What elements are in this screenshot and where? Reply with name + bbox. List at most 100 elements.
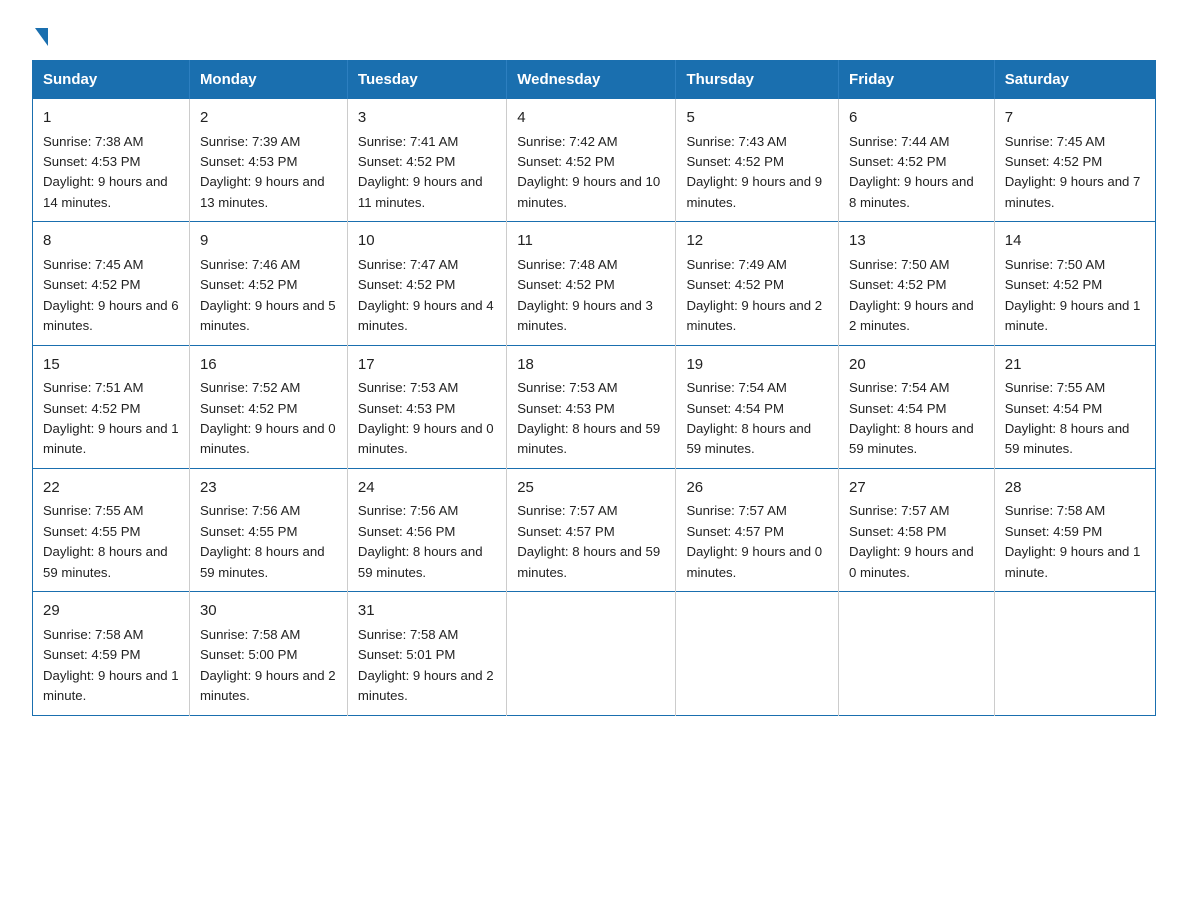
day-number: 14 <box>1005 230 1145 253</box>
day-info: Sunrise: 7:57 AMSunset: 4:57 PMDaylight:… <box>517 501 665 583</box>
page-header <box>32 24 1156 42</box>
day-number: 20 <box>849 354 984 377</box>
day-number: 31 <box>358 600 496 623</box>
calendar-cell: 19Sunrise: 7:54 AMSunset: 4:54 PMDayligh… <box>676 345 839 468</box>
day-number: 18 <box>517 354 665 377</box>
calendar-cell: 27Sunrise: 7:57 AMSunset: 4:58 PMDayligh… <box>839 468 995 591</box>
calendar-cell: 7Sunrise: 7:45 AMSunset: 4:52 PMDaylight… <box>994 99 1155 222</box>
calendar-cell: 20Sunrise: 7:54 AMSunset: 4:54 PMDayligh… <box>839 345 995 468</box>
calendar-cell: 14Sunrise: 7:50 AMSunset: 4:52 PMDayligh… <box>994 222 1155 345</box>
day-info: Sunrise: 7:55 AMSunset: 4:55 PMDaylight:… <box>43 501 179 583</box>
calendar-cell: 26Sunrise: 7:57 AMSunset: 4:57 PMDayligh… <box>676 468 839 591</box>
day-info: Sunrise: 7:41 AMSunset: 4:52 PMDaylight:… <box>358 132 496 214</box>
day-info: Sunrise: 7:42 AMSunset: 4:52 PMDaylight:… <box>517 132 665 214</box>
day-header-saturday: Saturday <box>994 61 1155 99</box>
day-info: Sunrise: 7:44 AMSunset: 4:52 PMDaylight:… <box>849 132 984 214</box>
day-number: 3 <box>358 107 496 130</box>
calendar-cell: 30Sunrise: 7:58 AMSunset: 5:00 PMDayligh… <box>189 592 347 715</box>
day-number: 10 <box>358 230 496 253</box>
day-number: 29 <box>43 600 179 623</box>
calendar-cell: 31Sunrise: 7:58 AMSunset: 5:01 PMDayligh… <box>347 592 506 715</box>
week-row: 22Sunrise: 7:55 AMSunset: 4:55 PMDayligh… <box>33 468 1156 591</box>
calendar-cell <box>994 592 1155 715</box>
day-info: Sunrise: 7:57 AMSunset: 4:58 PMDaylight:… <box>849 501 984 583</box>
day-number: 28 <box>1005 477 1145 500</box>
calendar-cell: 28Sunrise: 7:58 AMSunset: 4:59 PMDayligh… <box>994 468 1155 591</box>
day-number: 7 <box>1005 107 1145 130</box>
day-number: 26 <box>686 477 828 500</box>
calendar-cell: 6Sunrise: 7:44 AMSunset: 4:52 PMDaylight… <box>839 99 995 222</box>
day-header-tuesday: Tuesday <box>347 61 506 99</box>
week-row: 1Sunrise: 7:38 AMSunset: 4:53 PMDaylight… <box>33 99 1156 222</box>
day-info: Sunrise: 7:43 AMSunset: 4:52 PMDaylight:… <box>686 132 828 214</box>
logo <box>32 24 48 42</box>
day-number: 8 <box>43 230 179 253</box>
day-info: Sunrise: 7:46 AMSunset: 4:52 PMDaylight:… <box>200 255 337 337</box>
day-number: 4 <box>517 107 665 130</box>
day-number: 6 <box>849 107 984 130</box>
day-info: Sunrise: 7:58 AMSunset: 5:01 PMDaylight:… <box>358 625 496 707</box>
calendar-cell: 3Sunrise: 7:41 AMSunset: 4:52 PMDaylight… <box>347 99 506 222</box>
calendar-cell: 21Sunrise: 7:55 AMSunset: 4:54 PMDayligh… <box>994 345 1155 468</box>
calendar-cell: 4Sunrise: 7:42 AMSunset: 4:52 PMDaylight… <box>507 99 676 222</box>
calendar-table: SundayMondayTuesdayWednesdayThursdayFrid… <box>32 60 1156 716</box>
calendar-cell <box>507 592 676 715</box>
calendar-cell: 10Sunrise: 7:47 AMSunset: 4:52 PMDayligh… <box>347 222 506 345</box>
day-header-friday: Friday <box>839 61 995 99</box>
calendar-cell: 23Sunrise: 7:56 AMSunset: 4:55 PMDayligh… <box>189 468 347 591</box>
day-info: Sunrise: 7:55 AMSunset: 4:54 PMDaylight:… <box>1005 378 1145 460</box>
week-row: 29Sunrise: 7:58 AMSunset: 4:59 PMDayligh… <box>33 592 1156 715</box>
calendar-cell: 8Sunrise: 7:45 AMSunset: 4:52 PMDaylight… <box>33 222 190 345</box>
day-number: 5 <box>686 107 828 130</box>
day-header-thursday: Thursday <box>676 61 839 99</box>
day-info: Sunrise: 7:53 AMSunset: 4:53 PMDaylight:… <box>517 378 665 460</box>
day-number: 12 <box>686 230 828 253</box>
calendar-cell: 12Sunrise: 7:49 AMSunset: 4:52 PMDayligh… <box>676 222 839 345</box>
calendar-cell: 16Sunrise: 7:52 AMSunset: 4:52 PMDayligh… <box>189 345 347 468</box>
day-number: 22 <box>43 477 179 500</box>
calendar-cell: 15Sunrise: 7:51 AMSunset: 4:52 PMDayligh… <box>33 345 190 468</box>
day-number: 30 <box>200 600 337 623</box>
day-info: Sunrise: 7:51 AMSunset: 4:52 PMDaylight:… <box>43 378 179 460</box>
calendar-cell: 18Sunrise: 7:53 AMSunset: 4:53 PMDayligh… <box>507 345 676 468</box>
day-info: Sunrise: 7:49 AMSunset: 4:52 PMDaylight:… <box>686 255 828 337</box>
day-header-wednesday: Wednesday <box>507 61 676 99</box>
day-info: Sunrise: 7:47 AMSunset: 4:52 PMDaylight:… <box>358 255 496 337</box>
day-info: Sunrise: 7:53 AMSunset: 4:53 PMDaylight:… <box>358 378 496 460</box>
day-info: Sunrise: 7:56 AMSunset: 4:56 PMDaylight:… <box>358 501 496 583</box>
day-number: 11 <box>517 230 665 253</box>
day-info: Sunrise: 7:57 AMSunset: 4:57 PMDaylight:… <box>686 501 828 583</box>
calendar-cell: 13Sunrise: 7:50 AMSunset: 4:52 PMDayligh… <box>839 222 995 345</box>
day-info: Sunrise: 7:48 AMSunset: 4:52 PMDaylight:… <box>517 255 665 337</box>
day-number: 15 <box>43 354 179 377</box>
week-row: 15Sunrise: 7:51 AMSunset: 4:52 PMDayligh… <box>33 345 1156 468</box>
day-number: 23 <box>200 477 337 500</box>
day-number: 9 <box>200 230 337 253</box>
calendar-cell: 1Sunrise: 7:38 AMSunset: 4:53 PMDaylight… <box>33 99 190 222</box>
calendar-cell: 29Sunrise: 7:58 AMSunset: 4:59 PMDayligh… <box>33 592 190 715</box>
day-number: 24 <box>358 477 496 500</box>
day-info: Sunrise: 7:54 AMSunset: 4:54 PMDaylight:… <box>849 378 984 460</box>
calendar-cell: 24Sunrise: 7:56 AMSunset: 4:56 PMDayligh… <box>347 468 506 591</box>
calendar-cell: 25Sunrise: 7:57 AMSunset: 4:57 PMDayligh… <box>507 468 676 591</box>
calendar-cell: 2Sunrise: 7:39 AMSunset: 4:53 PMDaylight… <box>189 99 347 222</box>
day-header-monday: Monday <box>189 61 347 99</box>
logo-arrow-icon <box>35 28 48 46</box>
day-number: 16 <box>200 354 337 377</box>
day-info: Sunrise: 7:56 AMSunset: 4:55 PMDaylight:… <box>200 501 337 583</box>
day-number: 13 <box>849 230 984 253</box>
calendar-cell: 9Sunrise: 7:46 AMSunset: 4:52 PMDaylight… <box>189 222 347 345</box>
day-number: 25 <box>517 477 665 500</box>
calendar-cell <box>839 592 995 715</box>
day-info: Sunrise: 7:38 AMSunset: 4:53 PMDaylight:… <box>43 132 179 214</box>
calendar-header: SundayMondayTuesdayWednesdayThursdayFrid… <box>33 61 1156 99</box>
days-of-week-row: SundayMondayTuesdayWednesdayThursdayFrid… <box>33 61 1156 99</box>
calendar-cell: 22Sunrise: 7:55 AMSunset: 4:55 PMDayligh… <box>33 468 190 591</box>
day-number: 1 <box>43 107 179 130</box>
day-header-sunday: Sunday <box>33 61 190 99</box>
calendar-cell: 11Sunrise: 7:48 AMSunset: 4:52 PMDayligh… <box>507 222 676 345</box>
calendar-cell: 17Sunrise: 7:53 AMSunset: 4:53 PMDayligh… <box>347 345 506 468</box>
day-info: Sunrise: 7:45 AMSunset: 4:52 PMDaylight:… <box>1005 132 1145 214</box>
calendar-body: 1Sunrise: 7:38 AMSunset: 4:53 PMDaylight… <box>33 99 1156 716</box>
day-info: Sunrise: 7:52 AMSunset: 4:52 PMDaylight:… <box>200 378 337 460</box>
